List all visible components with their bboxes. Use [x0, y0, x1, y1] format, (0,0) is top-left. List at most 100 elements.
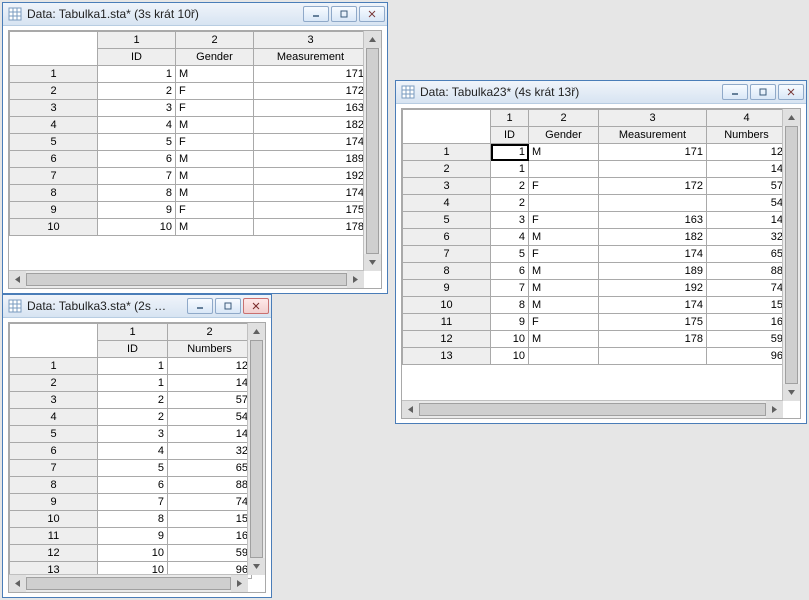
- cell[interactable]: 7: [98, 168, 176, 185]
- cell[interactable]: M: [176, 168, 254, 185]
- cell[interactable]: 174: [254, 134, 368, 151]
- row-header[interactable]: 6: [10, 443, 98, 460]
- cell[interactable]: 74: [707, 280, 787, 297]
- table-row[interactable]: 64M18232: [403, 229, 787, 246]
- cell[interactable]: 178: [254, 219, 368, 236]
- cell[interactable]: 96: [707, 348, 787, 365]
- row-header[interactable]: 3: [10, 392, 98, 409]
- cell[interactable]: 9: [98, 528, 168, 545]
- table-row[interactable]: 3257: [10, 392, 252, 409]
- cell[interactable]: 32: [168, 443, 252, 460]
- close-button[interactable]: [243, 298, 269, 314]
- cell[interactable]: M: [529, 263, 599, 280]
- cell[interactable]: 4: [98, 117, 176, 134]
- cell[interactable]: F: [176, 83, 254, 100]
- table-row[interactable]: 44M182: [10, 117, 368, 134]
- col-label[interactable]: Numbers: [168, 341, 252, 358]
- cell[interactable]: 16: [707, 314, 787, 331]
- cell[interactable]: 1: [491, 144, 529, 161]
- row-header[interactable]: 9: [403, 280, 491, 297]
- table-row[interactable]: 131096: [403, 348, 787, 365]
- col-header[interactable]: 4: [707, 110, 787, 127]
- cell[interactable]: 163: [254, 100, 368, 117]
- cell[interactable]: 6: [98, 477, 168, 494]
- maximize-button[interactable]: [331, 6, 357, 22]
- cell[interactable]: 59: [707, 331, 787, 348]
- close-button[interactable]: [359, 6, 385, 22]
- row-header[interactable]: 11: [403, 314, 491, 331]
- cell[interactable]: 14: [707, 212, 787, 229]
- grid-corner[interactable]: [10, 324, 98, 358]
- cell[interactable]: M: [176, 66, 254, 83]
- table-row[interactable]: 32F17257: [403, 178, 787, 195]
- cell[interactable]: 57: [168, 392, 252, 409]
- col-header[interactable]: 1: [98, 32, 176, 49]
- cell[interactable]: 1: [98, 375, 168, 392]
- cell[interactable]: [529, 161, 599, 178]
- cell[interactable]: [529, 348, 599, 365]
- cell[interactable]: 8: [98, 511, 168, 528]
- row-header[interactable]: 11: [10, 528, 98, 545]
- cell[interactable]: M: [529, 297, 599, 314]
- cell[interactable]: 2: [98, 83, 176, 100]
- cell[interactable]: 3: [98, 100, 176, 117]
- row-header[interactable]: 4: [403, 195, 491, 212]
- table-row[interactable]: 7565: [10, 460, 252, 477]
- cell[interactable]: 171: [599, 144, 707, 161]
- cell[interactable]: 1: [491, 161, 529, 178]
- scroll-thumb[interactable]: [250, 340, 263, 558]
- scroll-down-icon[interactable]: [783, 384, 800, 401]
- cell[interactable]: 15: [707, 297, 787, 314]
- cell[interactable]: 88: [168, 477, 252, 494]
- table-row[interactable]: 11M171: [10, 66, 368, 83]
- row-header[interactable]: 1: [10, 66, 98, 83]
- row-header[interactable]: 7: [10, 460, 98, 477]
- row-header[interactable]: 10: [403, 297, 491, 314]
- cell[interactable]: 14: [707, 161, 787, 178]
- col-header[interactable]: 1: [98, 324, 168, 341]
- col-label[interactable]: Measurement: [254, 49, 368, 66]
- row-header[interactable]: 13: [403, 348, 491, 365]
- cell[interactable]: 88: [707, 263, 787, 280]
- cell[interactable]: 14: [168, 375, 252, 392]
- horizontal-scrollbar[interactable]: [9, 270, 364, 288]
- titlebar[interactable]: Data: Tabulka3.sta* (2s …: [3, 295, 271, 318]
- close-button[interactable]: [778, 84, 804, 100]
- cell[interactable]: [529, 195, 599, 212]
- cell[interactable]: 182: [254, 117, 368, 134]
- cell[interactable]: M: [176, 151, 254, 168]
- cell[interactable]: 32: [707, 229, 787, 246]
- table-row[interactable]: 5314: [10, 426, 252, 443]
- scroll-right-icon[interactable]: [766, 401, 783, 418]
- row-header[interactable]: 2: [10, 83, 98, 100]
- col-label[interactable]: Measurement: [599, 127, 707, 144]
- window-tabulka23[interactable]: Data: Tabulka23* (4s krát 13ř) 1 2 3 4 I…: [395, 80, 807, 424]
- data-grid[interactable]: 1 2 3 ID Gender Measurement 11M17122F172…: [8, 30, 382, 289]
- table-row[interactable]: 2114: [10, 375, 252, 392]
- cell[interactable]: F: [176, 100, 254, 117]
- table-row[interactable]: 2114: [403, 161, 787, 178]
- cell[interactable]: 1: [98, 66, 176, 83]
- cell[interactable]: 171: [254, 66, 368, 83]
- cell[interactable]: 4: [491, 229, 529, 246]
- horizontal-scrollbar[interactable]: [402, 400, 783, 418]
- cell[interactable]: 174: [254, 185, 368, 202]
- row-header[interactable]: 10: [10, 219, 98, 236]
- row-header[interactable]: 12: [10, 545, 98, 562]
- cell[interactable]: 74: [168, 494, 252, 511]
- cell[interactable]: 14: [168, 426, 252, 443]
- col-header[interactable]: 3: [254, 32, 368, 49]
- col-label[interactable]: Gender: [176, 49, 254, 66]
- table-row[interactable]: 1112: [10, 358, 252, 375]
- row-header[interactable]: 1: [10, 358, 98, 375]
- cell[interactable]: 7: [98, 494, 168, 511]
- maximize-button[interactable]: [215, 298, 241, 314]
- cell[interactable]: 8: [491, 297, 529, 314]
- cell[interactable]: 174: [599, 246, 707, 263]
- cell[interactable]: 182: [599, 229, 707, 246]
- cell[interactable]: 1: [98, 358, 168, 375]
- col-label[interactable]: ID: [491, 127, 529, 144]
- table-row[interactable]: 88M174: [10, 185, 368, 202]
- row-header[interactable]: 4: [10, 409, 98, 426]
- cell[interactable]: M: [529, 280, 599, 297]
